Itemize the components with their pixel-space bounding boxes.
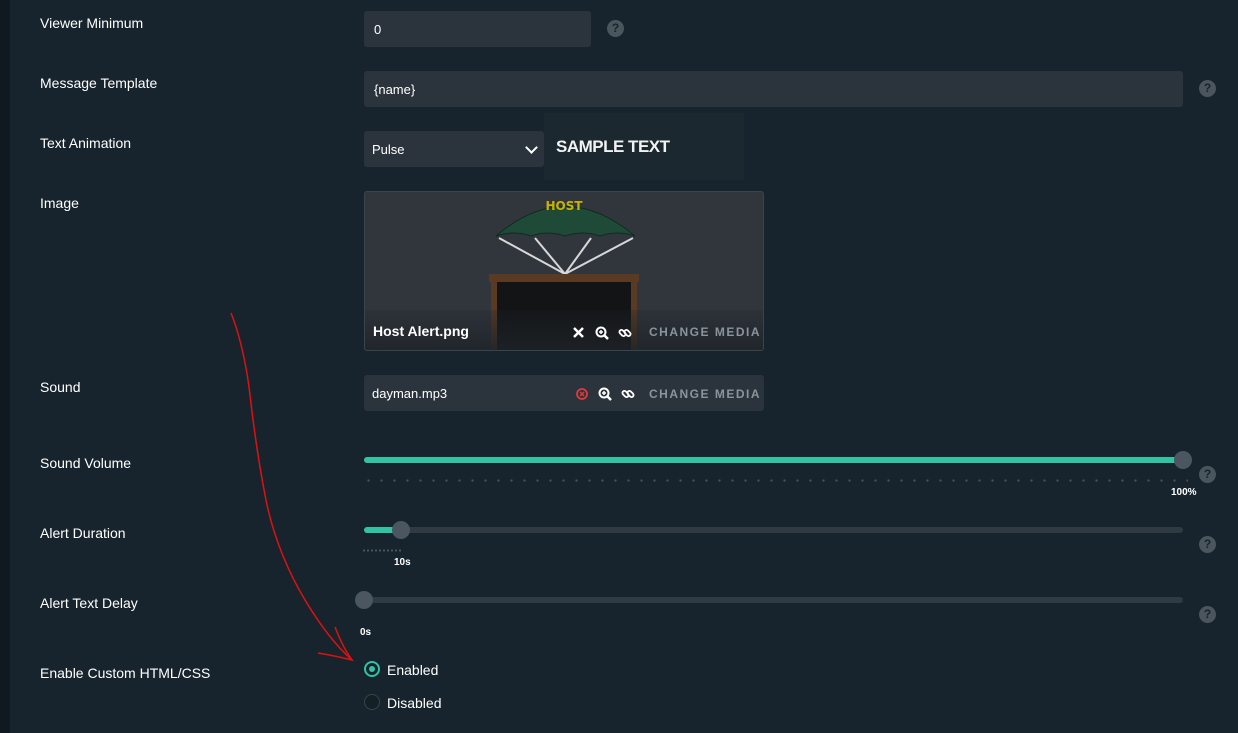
sound-volume-value: 100% — [1171, 487, 1197, 498]
sample-text: SAMPLE TEXT — [556, 137, 670, 156]
link-icon[interactable] — [621, 387, 635, 401]
custom-html-enabled-radio[interactable] — [364, 661, 380, 677]
zoom-icon[interactable] — [598, 387, 612, 401]
text-animation-select[interactable]: Pulse — [364, 131, 544, 167]
zoom-icon[interactable] — [595, 326, 609, 340]
image-filename: Host Alert.png — [373, 323, 469, 339]
image-change-media-button[interactable]: CHANGE MEDIA — [649, 325, 761, 339]
alert-duration-track[interactable] — [364, 527, 1183, 533]
alert-duration-help-icon[interactable]: ? — [1199, 536, 1216, 553]
alert-text-delay-value: 0s — [360, 627, 372, 638]
alert-text-delay-handle[interactable] — [355, 591, 373, 609]
custom-html-disabled-radio[interactable] — [364, 694, 380, 710]
viewer-minimum-label: Viewer Minimum — [40, 15, 144, 31]
left-edge — [0, 0, 10, 733]
image-media-box: HOST Host Alert.png CHANGE MEDIA — [364, 191, 764, 351]
custom-html-label: Enable Custom HTML/CSS — [40, 665, 211, 681]
alert-duration-value: 10s — [394, 557, 411, 568]
alert-duration-ticks — [362, 549, 402, 552]
chevron-down-icon — [525, 140, 538, 154]
text-animation-label: Text Animation — [40, 135, 132, 151]
preview-host-text: HOST — [545, 199, 583, 213]
alert-text-delay-label: Alert Text Delay — [40, 595, 138, 611]
alert-text-delay-help-icon[interactable]: ? — [1199, 606, 1216, 623]
custom-html-disabled-label[interactable]: Disabled — [387, 695, 441, 711]
sound-volume-handle[interactable] — [1174, 451, 1192, 469]
image-label: Image — [40, 195, 79, 211]
sound-filename: dayman.mp3 — [372, 385, 448, 401]
alert-duration-label: Alert Duration — [40, 525, 126, 541]
message-template-help-icon[interactable]: ? — [1199, 80, 1216, 97]
sound-volume-ticks — [362, 479, 1188, 482]
close-icon[interactable] — [573, 327, 584, 338]
text-animation-selected: Pulse — [372, 141, 405, 157]
alert-duration-handle[interactable] — [391, 521, 410, 539]
alert-text-delay-ticks — [362, 619, 366, 622]
red-annotation-arrow — [230, 312, 354, 662]
message-template-input[interactable]: {name} — [364, 71, 1183, 107]
sound-volume-fill — [364, 457, 1183, 463]
link-icon[interactable] — [618, 326, 632, 340]
remove-sound-icon[interactable] — [576, 388, 588, 400]
alert-text-delay-track[interactable] — [364, 597, 1183, 603]
sound-label: Sound — [40, 379, 81, 395]
custom-html-enabled-label[interactable]: Enabled — [387, 662, 438, 678]
sound-volume-label: Sound Volume — [40, 455, 132, 471]
viewer-minimum-input[interactable]: 0 — [364, 11, 591, 47]
viewer-minimum-help-icon[interactable]: ? — [607, 20, 624, 37]
sound-change-media-button[interactable]: CHANGE MEDIA — [649, 387, 761, 401]
sound-volume-help-icon[interactable]: ? — [1199, 466, 1216, 483]
message-template-label: Message Template — [40, 75, 158, 91]
